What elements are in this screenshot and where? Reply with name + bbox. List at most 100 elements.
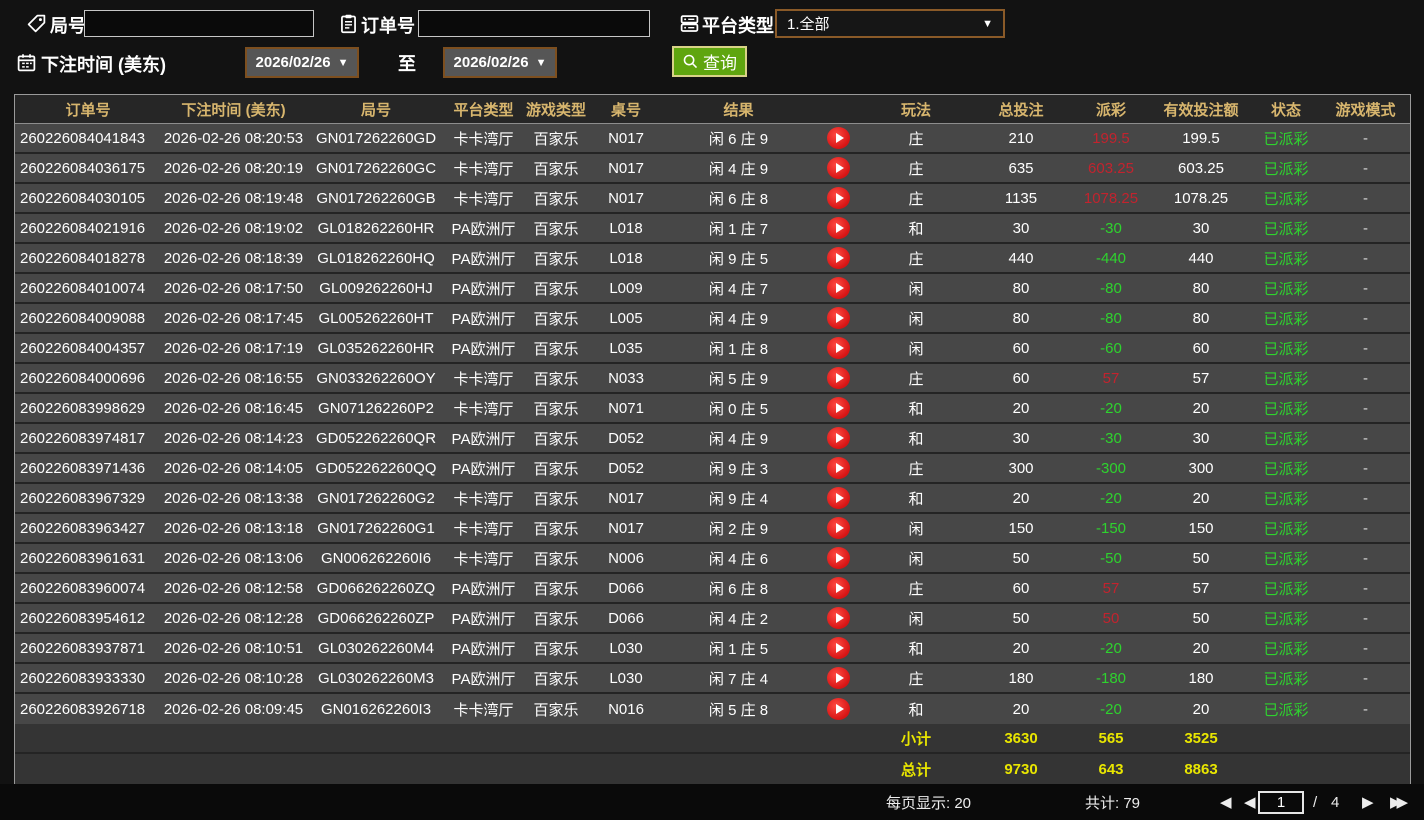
grand-total-valid-bet: 8863 [1151, 761, 1251, 778]
first-page-button[interactable]: ◀ [1220, 784, 1232, 820]
cell-game-type: 百家乐 [521, 338, 591, 359]
cell-status: 已派彩 [1251, 578, 1321, 599]
play-video-button[interactable] [827, 277, 850, 299]
date-from-select[interactable]: 2026/02/26 ▼ [245, 47, 359, 78]
col-header-game: 游戏类型 [521, 99, 591, 120]
order-number-input[interactable] [418, 10, 650, 37]
play-video-button[interactable] [827, 547, 850, 569]
cell-payout: -80 [1071, 280, 1151, 297]
cell-replay [816, 427, 861, 449]
cell-platform-type: PA欧洲厅 [446, 218, 521, 239]
cell-game-mode: - [1321, 250, 1410, 267]
play-video-button[interactable] [827, 397, 850, 419]
play-video-button[interactable] [827, 698, 850, 720]
cell-valid-bet: 57 [1151, 580, 1251, 597]
cell-payout: -180 [1071, 670, 1151, 687]
cell-game-type: 百家乐 [521, 368, 591, 389]
col-header-total-bet: 总投注 [971, 99, 1071, 120]
cell-status: 已派彩 [1251, 458, 1321, 479]
play-video-button[interactable] [827, 217, 850, 239]
cell-platform-type: 卡卡湾厅 [446, 158, 521, 179]
cell-total-bet: 440 [971, 250, 1071, 267]
date-to-value: 2026/02/26 [454, 54, 529, 71]
page-number-input[interactable] [1258, 791, 1304, 814]
cell-round-number: GL030262260M4 [306, 640, 446, 657]
cell-replay [816, 217, 861, 239]
play-video-button[interactable] [827, 337, 850, 359]
play-video-button[interactable] [827, 637, 850, 659]
play-video-button[interactable] [827, 127, 850, 149]
cell-table-number: L005 [591, 310, 661, 327]
play-video-button[interactable] [827, 427, 850, 449]
last-page-button[interactable]: ▶▶ [1390, 784, 1408, 820]
cell-bet-type: 和 [861, 428, 971, 449]
cell-replay [816, 667, 861, 689]
play-video-button[interactable] [827, 247, 850, 269]
pagination-bar: 每页显示: 20 共计: 79 ◀ ◀ / 4 ▶ ▶▶ [0, 784, 1424, 820]
cell-bet-time: 2026-02-26 08:20:53 [161, 130, 306, 147]
play-video-button[interactable] [827, 577, 850, 599]
cell-bet-time: 2026-02-26 08:18:39 [161, 250, 306, 267]
date-to-select[interactable]: 2026/02/26 ▼ [443, 47, 557, 78]
cell-total-bet: 300 [971, 460, 1071, 477]
subtotal-total-bet: 3630 [971, 730, 1071, 747]
chevron-down-icon: ▼ [338, 57, 349, 69]
cell-total-bet: 60 [971, 580, 1071, 597]
cell-table-number: N017 [591, 490, 661, 507]
cell-result: 闲 4 庄 6 [661, 548, 816, 569]
cell-replay [816, 157, 861, 179]
cell-game-type: 百家乐 [521, 458, 591, 479]
table-row: 2602260839378712026-02-26 08:10:51GL0302… [15, 634, 1410, 664]
prev-page-button[interactable]: ◀ [1244, 784, 1256, 820]
cell-table-number: D066 [591, 580, 661, 597]
play-video-button[interactable] [827, 607, 850, 629]
play-video-button[interactable] [827, 307, 850, 329]
round-number-input[interactable] [84, 10, 314, 37]
cell-total-bet: 80 [971, 280, 1071, 297]
col-header-payout: 派彩 [1071, 99, 1151, 120]
play-icon [836, 193, 844, 203]
cell-total-bet: 635 [971, 160, 1071, 177]
play-icon [836, 223, 844, 233]
col-header-bet-type: 玩法 [861, 99, 971, 120]
platform-type-select[interactable]: 1.全部 ▼ [775, 9, 1005, 38]
cell-round-number: GL030262260M3 [306, 670, 446, 687]
cell-payout: 199.5 [1071, 130, 1151, 147]
cell-game-type: 百家乐 [521, 668, 591, 689]
cell-round-number: GD066262260ZQ [306, 580, 446, 597]
next-page-button[interactable]: ▶ [1362, 784, 1374, 820]
cell-table-number: N033 [591, 370, 661, 387]
cell-game-type: 百家乐 [521, 278, 591, 299]
play-video-button[interactable] [827, 667, 850, 689]
play-video-button[interactable] [827, 187, 850, 209]
cell-replay [816, 127, 861, 149]
cell-replay [816, 277, 861, 299]
chevron-down-icon: ▼ [982, 18, 993, 30]
cell-valid-bet: 57 [1151, 370, 1251, 387]
play-video-button[interactable] [827, 157, 850, 179]
cell-bet-type: 庄 [861, 188, 971, 209]
cell-round-number: GN017262260GB [306, 190, 446, 207]
cell-table-number: L030 [591, 670, 661, 687]
cell-platform-type: 卡卡湾厅 [446, 548, 521, 569]
cell-order-number: 260226084021916 [15, 220, 161, 237]
cell-platform-type: 卡卡湾厅 [446, 188, 521, 209]
play-video-button[interactable] [827, 367, 850, 389]
play-video-button[interactable] [827, 487, 850, 509]
cell-total-bet: 80 [971, 310, 1071, 327]
cell-total-bet: 50 [971, 550, 1071, 567]
cell-platform-type: PA欧洲厅 [446, 338, 521, 359]
play-icon [836, 553, 844, 563]
table-row: 2602260839634272026-02-26 08:13:18GN0172… [15, 514, 1410, 544]
search-button[interactable]: 查询 [672, 46, 747, 77]
cell-platform-type: 卡卡湾厅 [446, 128, 521, 149]
cell-round-number: GN017262260GD [306, 130, 446, 147]
play-video-button[interactable] [827, 517, 850, 539]
cell-total-bet: 30 [971, 430, 1071, 447]
cell-bet-type: 闲 [861, 548, 971, 569]
cell-payout: -20 [1071, 701, 1151, 718]
cell-platform-type: 卡卡湾厅 [446, 398, 521, 419]
cell-bet-time: 2026-02-26 08:14:05 [161, 460, 306, 477]
chevron-down-icon: ▼ [536, 57, 547, 69]
play-video-button[interactable] [827, 457, 850, 479]
